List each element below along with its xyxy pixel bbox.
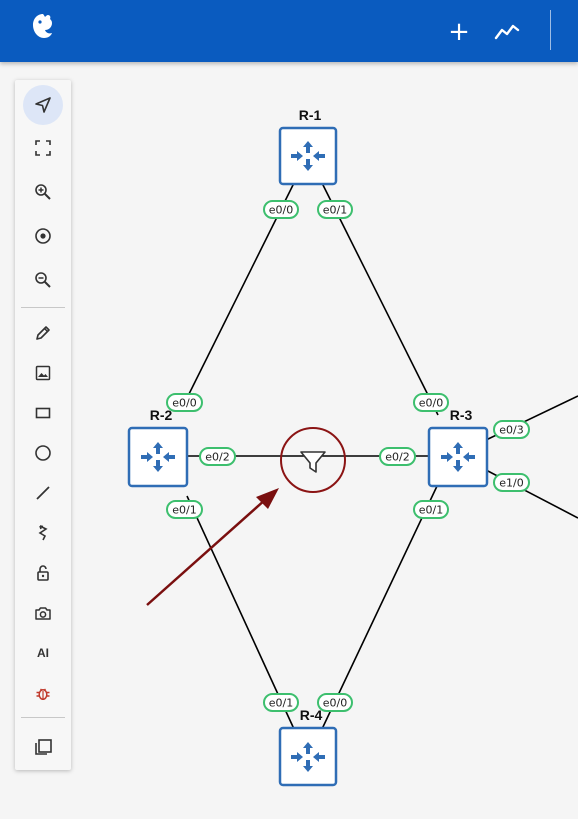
router-label: R-4 (300, 707, 323, 723)
funnel-icon (300, 451, 326, 473)
chart-line-icon (494, 24, 520, 40)
port-badge[interactable]: e0/2 (379, 447, 416, 466)
router-box (278, 726, 338, 787)
router-r1[interactable]: R-1 (278, 107, 338, 186)
port-badge[interactable]: e0/2 (199, 447, 236, 466)
svg-text:e0/1: e0/1 (419, 504, 443, 517)
router-r2[interactable]: R-2 (127, 407, 189, 488)
svg-text:e0/2: e0/2 (205, 451, 229, 464)
svg-text:e0/1: e0/1 (269, 697, 293, 710)
router-label: R-1 (299, 107, 322, 123)
port-badge[interactable]: e0/3 (493, 420, 530, 439)
top-bar: + (0, 0, 578, 62)
port-badge[interactable]: e0/1 (166, 500, 203, 519)
svg-text:e0/2: e0/2 (385, 451, 409, 464)
router-box (127, 426, 189, 488)
header-divider (550, 10, 551, 50)
router-box (427, 426, 489, 488)
svg-text:e0/1: e0/1 (172, 504, 196, 517)
port-badge[interactable]: e1/0 (493, 473, 530, 492)
router-r3[interactable]: R-3 (427, 407, 489, 488)
add-button[interactable]: + (444, 16, 474, 48)
annotation-arrow[interactable] (146, 488, 279, 606)
svg-text:e0/0: e0/0 (419, 397, 443, 410)
statistics-button[interactable] (492, 16, 522, 48)
svg-text:e0/3: e0/3 (499, 424, 523, 437)
port-badge[interactable]: e0/0 (166, 393, 203, 412)
router-label: R-3 (450, 407, 473, 423)
topology-canvas[interactable]: R-1 R-2 R-3 R-4 e0/0 e0/1 e0/0 e0/2 e0/1… (0, 62, 578, 819)
port-badge[interactable]: e0/0 (263, 200, 299, 219)
svg-text:e0/1: e0/1 (323, 204, 347, 217)
port-badge[interactable]: e0/0 (413, 393, 449, 412)
svg-text:e0/0: e0/0 (323, 697, 347, 710)
router-box (278, 126, 338, 186)
add-icon: + (448, 17, 470, 47)
port-badge[interactable]: e0/1 (317, 200, 353, 219)
port-badge[interactable]: e0/1 (263, 693, 299, 712)
svg-text:e1/0: e1/0 (499, 477, 523, 490)
port-badge[interactable]: e0/0 (317, 693, 353, 712)
port-badge[interactable]: e0/1 (413, 500, 449, 519)
svg-text:e0/0: e0/0 (269, 204, 293, 217)
app-logo-icon[interactable] (30, 12, 56, 40)
svg-text:e0/0: e0/0 (172, 397, 196, 410)
packet-filter[interactable] (280, 427, 346, 493)
link-r3-r4[interactable] (321, 483, 439, 730)
